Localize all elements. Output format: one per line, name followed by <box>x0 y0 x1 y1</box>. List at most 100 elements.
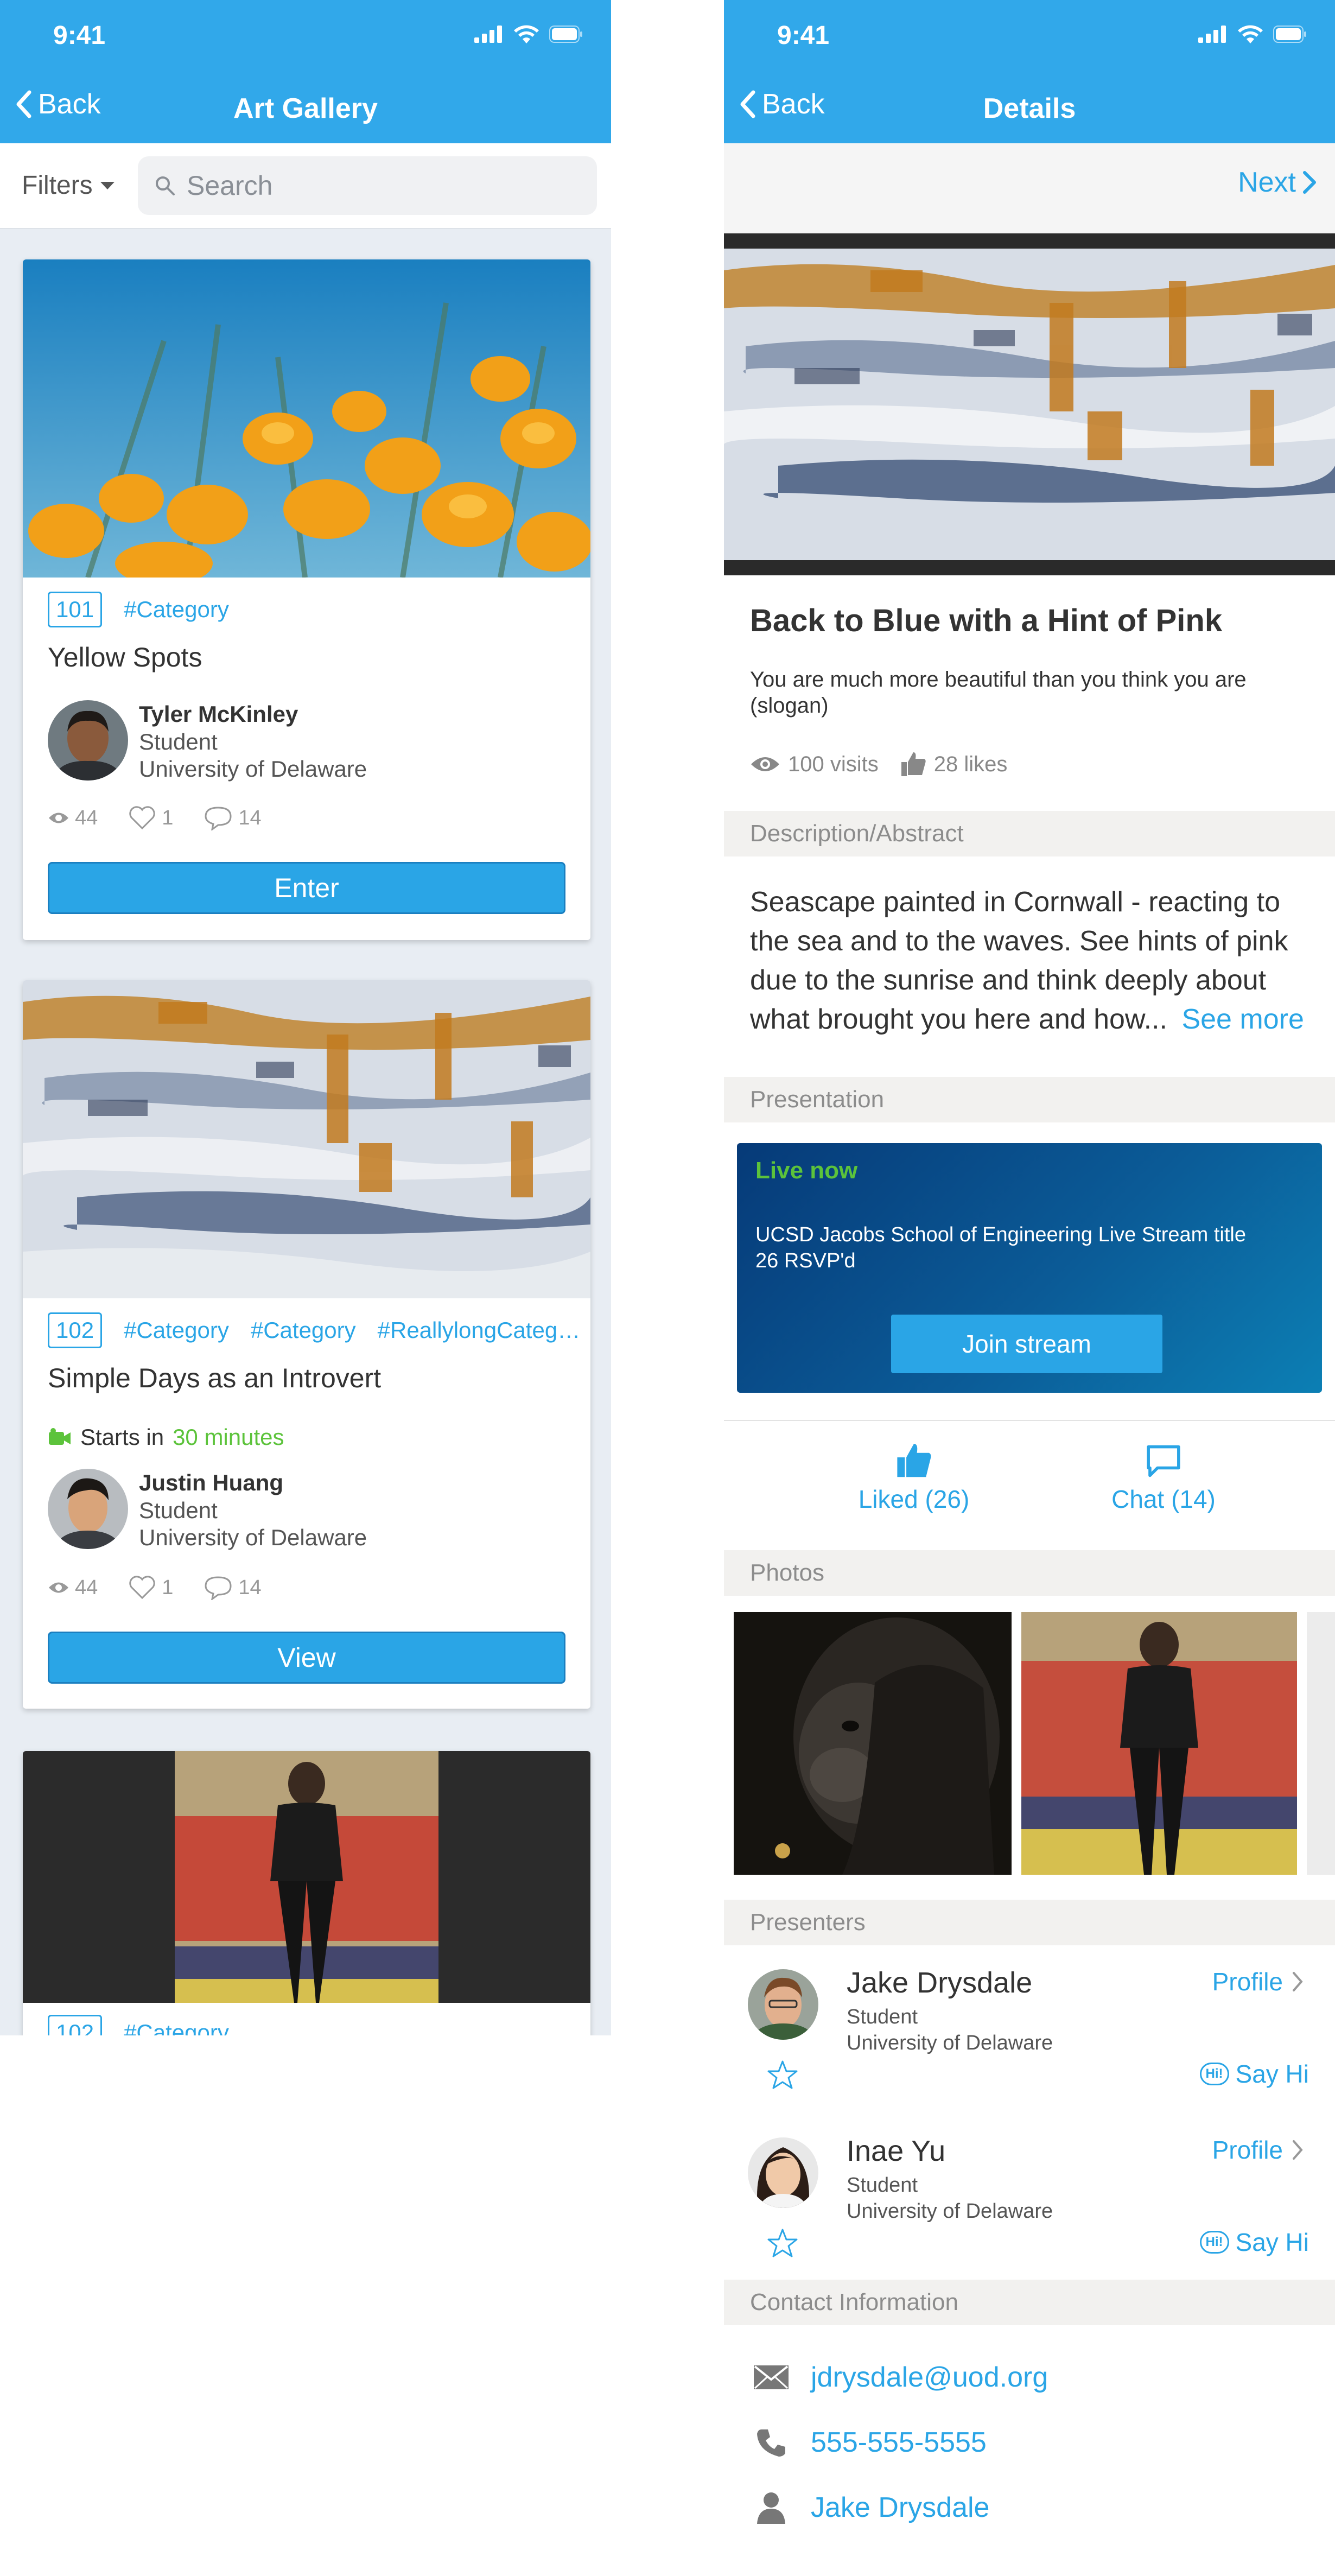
profile-link[interactable]: Profile <box>1212 2135 1304 2165</box>
presentation-header: Presentation <box>724 1077 1335 1122</box>
views-count: 44 <box>75 1576 98 1599</box>
page-title: Details <box>983 93 1076 124</box>
next-button[interactable]: Next <box>1238 166 1317 199</box>
status-time: 9:41 <box>53 21 106 50</box>
artwork-thumbnail[interactable] <box>23 980 590 1298</box>
presenter-row: Jake Drysdale Student University of Dela… <box>724 1954 1335 2122</box>
likes-count: 1 <box>162 806 174 829</box>
search-input[interactable]: Search <box>138 156 597 215</box>
comments-count: 14 <box>238 806 262 829</box>
photos-header: Photos <box>724 1550 1335 1596</box>
view-button[interactable]: View <box>48 1632 565 1684</box>
likes-stat[interactable]: 1 <box>128 1575 173 1600</box>
heart-icon <box>129 1576 155 1600</box>
category-tag[interactable]: #Category <box>251 1317 356 1343</box>
email-link[interactable]: jdrysdale@uod.org <box>752 2361 1048 2394</box>
photo-thumbnail[interactable] <box>1307 1612 1335 1875</box>
chevron-right-icon <box>1303 171 1316 194</box>
star-icon[interactable] <box>766 2228 799 2259</box>
presenter-info[interactable]: Justin Huang Student University of Delaw… <box>48 1469 367 1551</box>
phone-text: 555-555-5555 <box>811 2427 987 2458</box>
next-bar: Next <box>724 143 1335 233</box>
gallery-card: 102 #Category #Category #ReallylongCateg… <box>23 980 590 1709</box>
email-text: jdrysdale@uod.org <box>811 2362 1048 2393</box>
card-title[interactable]: Yellow Spots <box>48 642 202 673</box>
comments-stat[interactable]: 14 <box>204 805 262 830</box>
card-number-badge: 102 <box>48 1312 103 1348</box>
wifi-icon <box>1238 25 1263 43</box>
join-stream-button[interactable]: Join stream <box>891 1315 1162 1373</box>
wifi-icon <box>514 25 539 43</box>
filters-dropdown[interactable]: Filters <box>22 170 116 200</box>
search-icon <box>156 176 175 195</box>
views-count: 44 <box>75 806 98 829</box>
presenter-role: Student <box>847 2174 918 2197</box>
thumbs-up-icon <box>897 1444 931 1477</box>
likes-stat: 28 likes <box>900 751 1008 777</box>
presenter-name: Justin Huang <box>139 1470 284 1495</box>
avatar[interactable] <box>748 2137 818 2208</box>
avatar <box>48 700 128 781</box>
category-tag[interactable]: #Category <box>124 1317 229 1343</box>
category-tag[interactable]: #ReallylongCateg… <box>378 1317 581 1343</box>
chat-button[interactable]: Chat (14) <box>1082 1444 1245 1514</box>
card-stats: 44 1 14 <box>48 1575 262 1600</box>
details-screen: 9:41 Back Details Next Back to Blue with <box>724 0 1335 2576</box>
phone-icon <box>757 2429 785 2457</box>
category-tag[interactable]: #Category <box>124 597 229 623</box>
card-tag-row: 101 #Category <box>48 592 229 627</box>
likes-count: 28 likes <box>933 752 1008 776</box>
star-icon[interactable] <box>766 2059 799 2091</box>
say-hi-button[interactable]: Hi! Say Hi <box>1199 2059 1309 2089</box>
gallery-card: 101 #Category Yellow Spots Tyler McKinle… <box>23 259 590 940</box>
card-title[interactable]: Simple Days as an Introvert <box>48 1362 381 1394</box>
profile-label: Profile <box>1212 1968 1283 1996</box>
category-tag[interactable]: #Category <box>124 2020 229 2035</box>
likes-stat[interactable]: 1 <box>128 805 173 830</box>
presenter-org: University of Delaware <box>847 2032 1053 2054</box>
say-hi-label: Say Hi <box>1235 2228 1309 2256</box>
signal-icon <box>1198 26 1226 43</box>
phone-link[interactable]: 555-555-5555 <box>752 2426 987 2459</box>
avatar <box>48 1469 128 1549</box>
comments-count: 14 <box>238 1576 262 1599</box>
artwork-image[interactable] <box>724 249 1335 560</box>
artwork-thumbnail[interactable] <box>23 1751 590 2003</box>
presenter-info[interactable]: Tyler McKinley Student University of Del… <box>48 700 367 783</box>
photo-thumbnail[interactable] <box>1021 1612 1297 1875</box>
card-tag-row: 102 #Category #Category #ReallylongCateg… <box>48 1312 580 1348</box>
enter-button[interactable]: Enter <box>48 862 565 914</box>
presenter-role: Student <box>139 1498 218 1523</box>
details-nav-bar: 9:41 Back Details <box>724 0 1335 143</box>
contact-name-text: Jake Drysdale <box>811 2492 990 2523</box>
gallery-card: 102 #Category <box>23 1751 590 2035</box>
visits-stat: 100 visits <box>750 752 879 777</box>
liked-button[interactable]: Liked (26) <box>832 1444 995 1514</box>
card-stats: 44 1 14 <box>48 805 262 830</box>
visits-count: 100 visits <box>788 752 879 776</box>
comment-icon <box>205 807 232 830</box>
artwork-thumbnail[interactable] <box>23 259 590 578</box>
eye-icon <box>49 1582 68 1593</box>
status-icons <box>474 25 583 43</box>
say-hi-button[interactable]: Hi! Say Hi <box>1199 2228 1309 2257</box>
avatar[interactable] <box>748 1969 818 2040</box>
views-stat: 44 <box>48 1576 98 1600</box>
comments-stat[interactable]: 14 <box>204 1575 262 1600</box>
contact-name-link[interactable]: Jake Drysdale <box>752 2491 989 2524</box>
presenter-role: Student <box>139 729 218 754</box>
signal-icon <box>474 26 502 43</box>
gallery-nav-bar: 9:41 Back Art Gallery <box>0 0 611 143</box>
filter-bar: Filters Search <box>0 143 611 229</box>
say-hi-label: Say Hi <box>1235 2060 1309 2088</box>
search-placeholder: Search <box>187 170 273 201</box>
photos-strip <box>734 1612 1335 1875</box>
profile-link[interactable]: Profile <box>1212 1967 1304 1996</box>
art-gallery-screen: 9:41 Back Art Gallery Filters Search 101… <box>0 0 611 2035</box>
see-more-link[interactable]: See more <box>1181 1004 1304 1035</box>
status-time: 9:41 <box>777 21 830 50</box>
live-title: UCSD Jacobs School of Engineering Live S… <box>755 1223 1247 1246</box>
photo-thumbnail[interactable] <box>734 1612 1012 1875</box>
heart-icon <box>129 806 155 830</box>
filters-label: Filters <box>22 171 93 200</box>
